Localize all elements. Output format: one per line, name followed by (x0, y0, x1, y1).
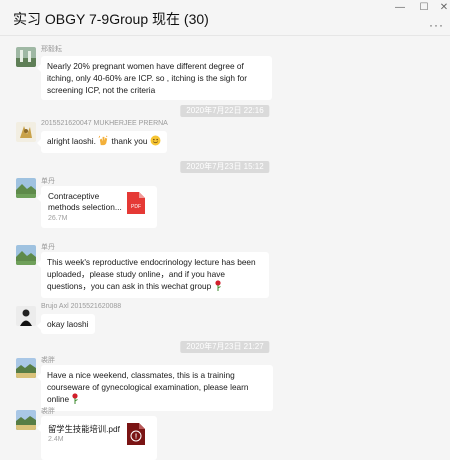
message-text: okay laoshi (47, 319, 89, 329)
maximize-button[interactable]: ☐ (416, 2, 432, 14)
file-name: Contraceptive methods selection... (48, 191, 122, 212)
avatar[interactable] (16, 122, 36, 142)
avatar[interactable] (16, 47, 36, 67)
title-bar: 实习 OBGY 7-9Group 现在 (30) — ☐ ✕ ··· (0, 0, 450, 36)
message-bubble[interactable]: alright laoshi. thank you (37, 131, 167, 153)
message-bubble[interactable]: Nearly 20% pregnant women have different… (37, 56, 272, 100)
file-message-card[interactable]: 留学生技能培训.pdf 2.4M ! (37, 416, 157, 460)
pdf-file-icon: PDF (127, 192, 145, 219)
rose-icon (71, 393, 79, 407)
alert-file-icon: ! (127, 423, 145, 450)
chat-history[interactable]: 邢毅耘 Nearly 20% pregnant women have diffe… (0, 36, 450, 460)
minimize-button[interactable]: — (392, 2, 408, 14)
sender-name: Brujo Axl 2015521620088 (41, 303, 122, 310)
chat-title: 实习 OBGY 7-9Group 现在 (30) (13, 11, 209, 27)
svg-text:!: ! (135, 434, 137, 441)
message-text: alright laoshi. (47, 136, 96, 147)
file-message-card[interactable]: Contraceptive methods selection... 26.7M… (37, 186, 157, 228)
close-button[interactable]: ✕ (436, 2, 450, 14)
avatar[interactable] (16, 358, 36, 378)
message-text: Nearly 20% pregnant women have different… (47, 61, 248, 95)
timestamp: 2020年7月23日 21:27 (180, 341, 270, 353)
rose-icon (214, 280, 222, 294)
timestamp: 2020年7月22日 22:16 (180, 105, 270, 117)
file-size: 26.7M (48, 215, 68, 222)
more-options-button[interactable]: ··· (429, 18, 444, 32)
sender-name: 裘胖 (41, 408, 55, 415)
message-text: This week's reproductive endocrinology l… (47, 257, 256, 292)
sender-name: 单丹 (41, 244, 55, 251)
smiling-face-icon (150, 135, 161, 149)
file-size: 2.4M (48, 436, 64, 443)
message-bubble[interactable]: This week's reproductive endocrinology l… (37, 252, 269, 298)
sender-name: 单丹 (41, 178, 55, 185)
message-bubble[interactable]: okay laoshi (37, 314, 95, 334)
avatar[interactable] (16, 245, 36, 265)
timestamp: 2020年7月23日 15:12 (180, 161, 270, 173)
avatar[interactable] (16, 178, 36, 198)
sender-name: 邢毅耘 (41, 46, 62, 53)
sender-name: 2015521620047 MUKHERJEE PRERNA (41, 120, 168, 127)
clapping-hands-icon (98, 135, 109, 149)
avatar[interactable] (16, 410, 36, 430)
message-text-after: thank you (111, 136, 148, 147)
message-bubble[interactable]: Have a nice weekend, classmates, this is… (37, 365, 273, 411)
svg-text:PDF: PDF (131, 204, 141, 210)
avatar[interactable] (16, 306, 36, 326)
sender-name: 裘胖 (41, 357, 55, 364)
file-name: 留学生技能培训.pdf (48, 424, 120, 434)
